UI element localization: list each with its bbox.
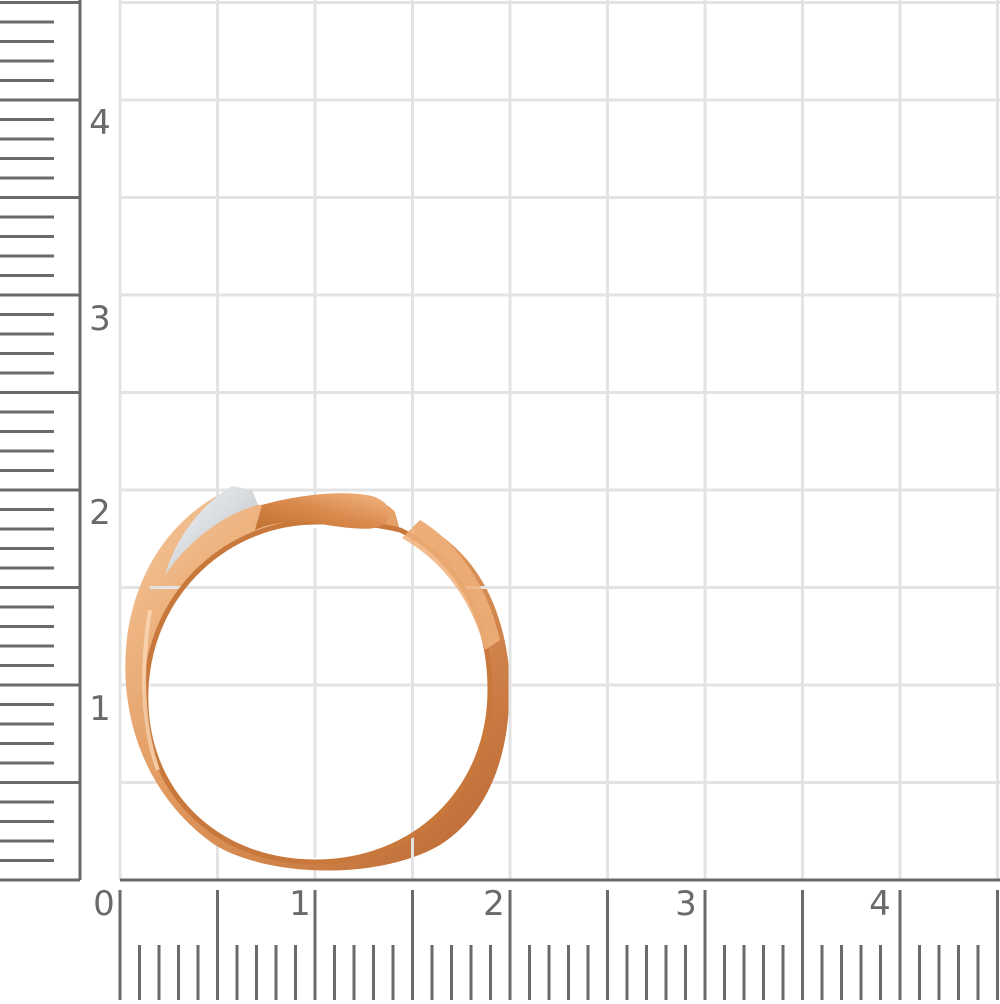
y-tick-label-2: 2: [89, 493, 111, 533]
vertical-ruler: [0, 0, 82, 882]
gold-ring-icon: [125, 486, 512, 871]
vertical-scale-labels: 1 2 3 4: [89, 103, 111, 729]
x-tick-label-4: 4: [869, 884, 891, 924]
x-tick-label-1: 1: [289, 884, 311, 924]
photo-canvas: 1 2 3 4 0 1 2 3 4: [0, 0, 1000, 1000]
y-tick-label-1: 1: [89, 689, 111, 729]
x-tick-label-0: 0: [93, 884, 115, 924]
horizontal-ruler: [118, 878, 1000, 1000]
y-tick-label-4: 4: [89, 103, 111, 143]
y-tick-label-3: 3: [89, 299, 111, 339]
x-tick-label-2: 2: [483, 884, 505, 924]
x-tick-label-3: 3: [675, 884, 697, 924]
measurement-photo: 1 2 3 4 0 1 2 3 4: [0, 0, 1000, 1000]
horizontal-scale-labels: 0 1 2 3 4: [93, 884, 891, 924]
